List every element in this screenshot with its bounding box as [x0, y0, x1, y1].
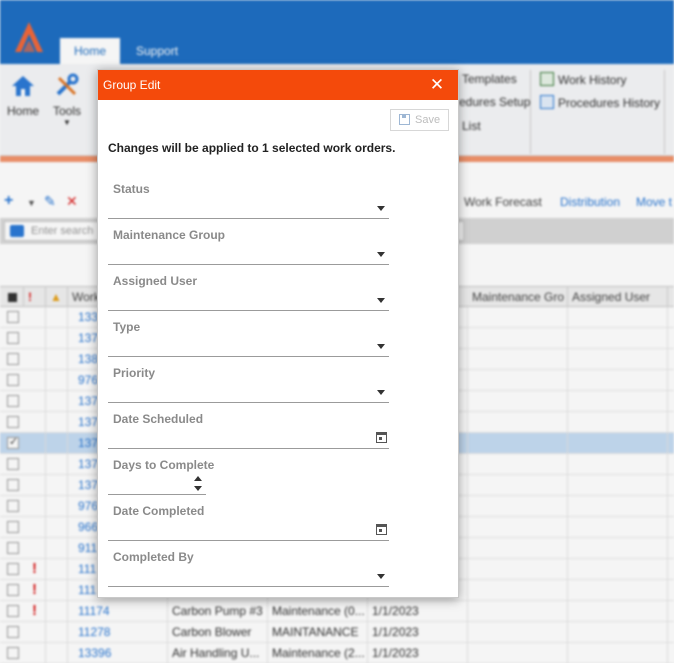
completed-by-label: Completed By: [113, 550, 194, 564]
calendar-icon[interactable]: [376, 432, 387, 443]
status-dropdown[interactable]: [108, 197, 389, 219]
date-scheduled-date-field[interactable]: [108, 427, 389, 449]
chevron-down-icon[interactable]: [377, 252, 385, 257]
type-dropdown[interactable]: [108, 335, 389, 357]
spin-up-icon[interactable]: [194, 476, 202, 481]
status-label: Status: [113, 182, 150, 196]
days-to-complete-stepper[interactable]: [108, 473, 206, 495]
chevron-down-icon[interactable]: [377, 574, 385, 579]
save-button[interactable]: Save: [390, 109, 449, 131]
priority-label: Priority: [113, 366, 156, 380]
dialog-title-bar: Group Edit: [98, 70, 458, 100]
date-completed-label: Date Completed: [113, 504, 205, 518]
type-label: Type: [113, 320, 141, 334]
completed-by-dropdown[interactable]: [108, 565, 389, 587]
date-completed-date-field[interactable]: [108, 519, 389, 541]
maintenance-group-dropdown[interactable]: [108, 243, 389, 265]
days-to-complete-label: Days to Complete: [113, 458, 215, 472]
calendar-icon[interactable]: [376, 524, 387, 535]
priority-dropdown[interactable]: [108, 381, 389, 403]
save-button-label: Save: [415, 114, 441, 126]
assigned-user-label: Assigned User: [113, 274, 198, 288]
group-edit-dialog: Group Edit ✕ Save Changes will be applie…: [97, 69, 459, 598]
dialog-title: Group Edit: [103, 78, 161, 92]
save-disk-icon: [399, 114, 410, 125]
chevron-down-icon[interactable]: [377, 344, 385, 349]
spin-down-icon[interactable]: [194, 486, 202, 491]
dialog-message: Changes will be applied to 1 selected wo…: [108, 141, 396, 155]
chevron-down-icon[interactable]: [377, 390, 385, 395]
maintenance-group-label: Maintenance Group: [113, 228, 226, 242]
close-icon[interactable]: ✕: [428, 76, 446, 94]
chevron-down-icon[interactable]: [377, 298, 385, 303]
assigned-user-dropdown[interactable]: [108, 289, 389, 311]
chevron-down-icon[interactable]: [377, 206, 385, 211]
date-scheduled-label: Date Scheduled: [113, 412, 204, 426]
app-window: Home Support Home Tools ▼ Templates edur…: [0, 0, 674, 663]
